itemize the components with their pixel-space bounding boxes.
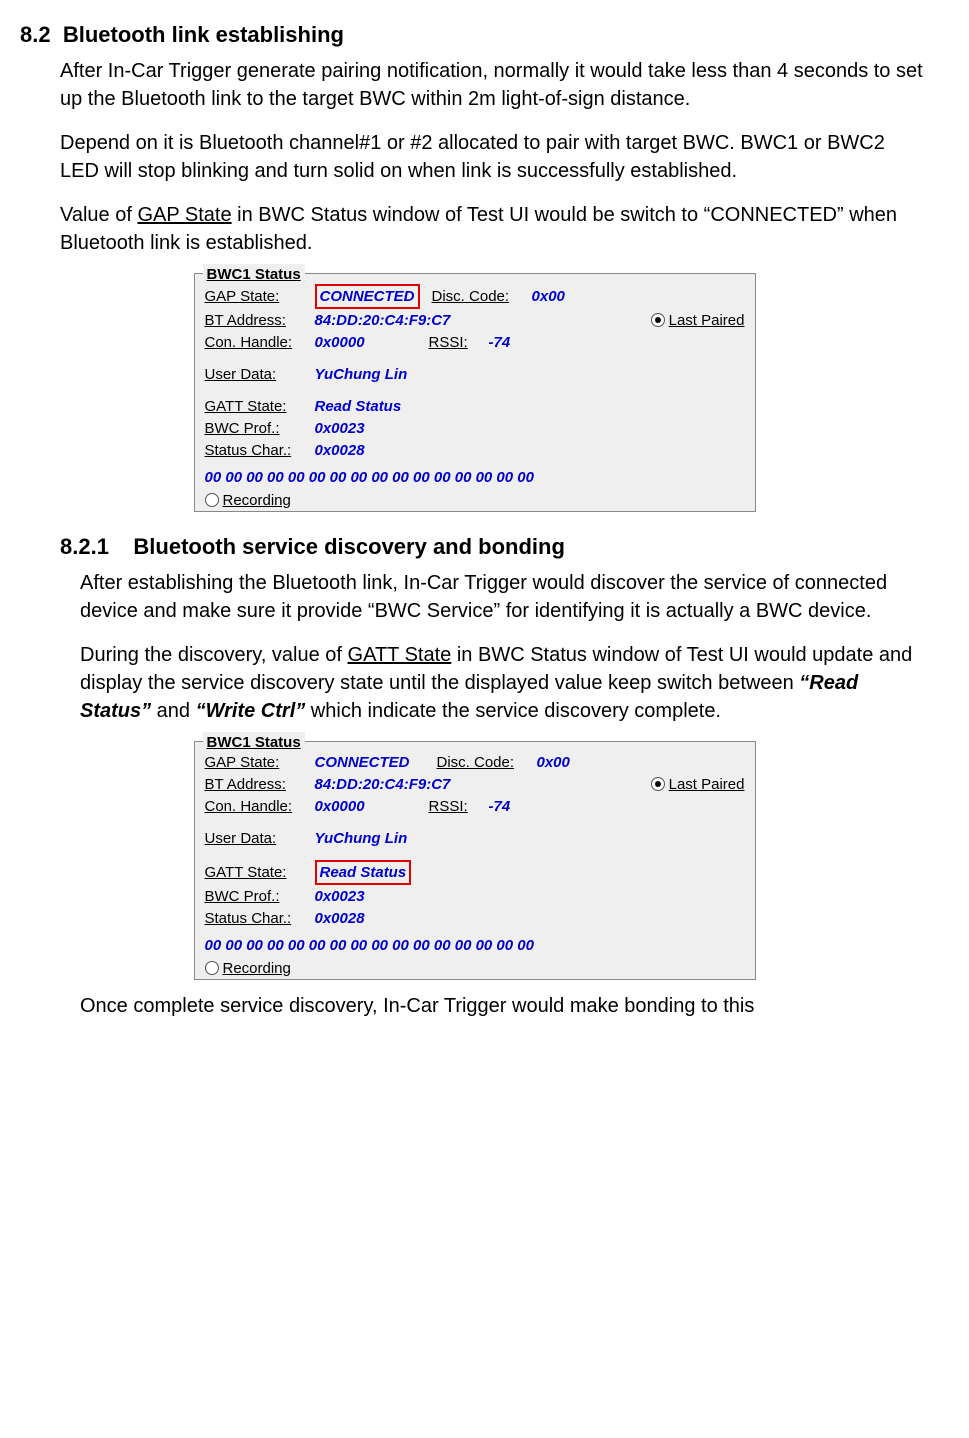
term-gap-state: GAP State [137, 204, 231, 226]
radio-recording[interactable]: Recording [205, 490, 291, 511]
heading-8-2: 8.2 Bluetooth link establishing [20, 20, 929, 51]
radio-icon [651, 777, 665, 791]
value-gatt-state: Read Status [315, 396, 402, 417]
label-user-data: User Data: [205, 828, 315, 849]
value-user-data: YuChung Lin [315, 828, 408, 849]
paragraph: After establishing the Bluetooth link, I… [80, 569, 929, 625]
label-bwc-prof: BWC Prof.: [205, 886, 315, 907]
hex-line: 00 00 00 00 00 00 00 00 00 00 00 00 00 0… [205, 935, 745, 956]
label-gap-state: GAP State: [205, 286, 315, 307]
value-con-handle: 0x0000 [315, 332, 425, 353]
bwc-status-panel: BWC1 Status GAP State: CONNECTED Disc. C… [194, 741, 756, 980]
paragraph: Value of GAP State in BWC Status window … [60, 201, 929, 257]
label-status-char: Status Char.: [205, 908, 315, 929]
radio-last-paired[interactable]: Last Paired [651, 310, 745, 331]
value-status-char: 0x0028 [315, 440, 365, 461]
radio-icon [651, 313, 665, 327]
label-gap-state: GAP State: [205, 752, 315, 773]
value-disc-code: 0x00 [537, 752, 570, 773]
value-gatt-state: Read Status [320, 864, 407, 881]
hex-line: 00 00 00 00 00 00 00 00 00 00 00 00 00 0… [205, 467, 745, 488]
label-con-handle: Con. Handle: [205, 796, 315, 817]
value-bt-address: 84:DD:20:C4:F9:C7 [315, 774, 515, 795]
panel-legend: BWC1 Status [203, 732, 305, 753]
paragraph: After In-Car Trigger generate pairing no… [60, 57, 929, 113]
label-con-handle: Con. Handle: [205, 332, 315, 353]
label-status-char: Status Char.: [205, 440, 315, 461]
highlight-box: CONNECTED [315, 284, 420, 309]
value-user-data: YuChung Lin [315, 364, 408, 385]
heading-title: Bluetooth service discovery and bonding [133, 534, 565, 559]
value-bwc-prof: 0x0023 [315, 886, 365, 907]
value-rssi: -74 [489, 332, 511, 353]
term-gatt-state: GATT State [348, 644, 452, 666]
radio-recording[interactable]: Recording [205, 958, 291, 979]
heading-8-2-1: 8.2.1 Bluetooth service discovery and bo… [60, 532, 929, 563]
label-rssi: RSSI: [429, 796, 489, 817]
value-rssi: -74 [489, 796, 511, 817]
label-last-paired: Last Paired [669, 774, 745, 795]
paragraph: During the discovery, value of GATT Stat… [80, 641, 929, 725]
value-bt-address: 84:DD:20:C4:F9:C7 [315, 310, 515, 331]
label-user-data: User Data: [205, 364, 315, 385]
value-bwc-prof: 0x0023 [315, 418, 365, 439]
label-recording: Recording [223, 490, 291, 511]
term-write-ctrl: “Write Ctrl” [196, 700, 306, 722]
value-con-handle: 0x0000 [315, 796, 425, 817]
label-last-paired: Last Paired [669, 310, 745, 331]
label-bt-address: BT Address: [205, 774, 315, 795]
bwc-status-panel: BWC1 Status GAP State: CONNECTED Disc. C… [194, 273, 756, 512]
value-status-char: 0x0028 [315, 908, 365, 929]
radio-icon [205, 493, 219, 507]
label-recording: Recording [223, 958, 291, 979]
label-bt-address: BT Address: [205, 310, 315, 331]
label-bwc-prof: BWC Prof.: [205, 418, 315, 439]
label-disc-code: Disc. Code: [437, 752, 537, 773]
heading-num: 8.2.1 [60, 534, 109, 559]
value-gap-state: CONNECTED [320, 288, 415, 305]
heading-title: Bluetooth link establishing [63, 22, 344, 47]
highlight-box: Read Status [315, 860, 412, 885]
paragraph: Depend on it is Bluetooth channel#1 or #… [60, 129, 929, 185]
panel-legend: BWC1 Status [203, 264, 305, 285]
label-disc-code: Disc. Code: [432, 286, 532, 307]
value-gap-state: CONNECTED [315, 752, 433, 773]
label-gatt-state: GATT State: [205, 862, 315, 883]
label-gatt-state: GATT State: [205, 396, 315, 417]
label-rssi: RSSI: [429, 332, 489, 353]
radio-icon [205, 961, 219, 975]
paragraph: Once complete service discovery, In-Car … [80, 992, 929, 1020]
heading-num: 8.2 [20, 22, 51, 47]
radio-last-paired[interactable]: Last Paired [651, 774, 745, 795]
value-disc-code: 0x00 [532, 286, 565, 307]
